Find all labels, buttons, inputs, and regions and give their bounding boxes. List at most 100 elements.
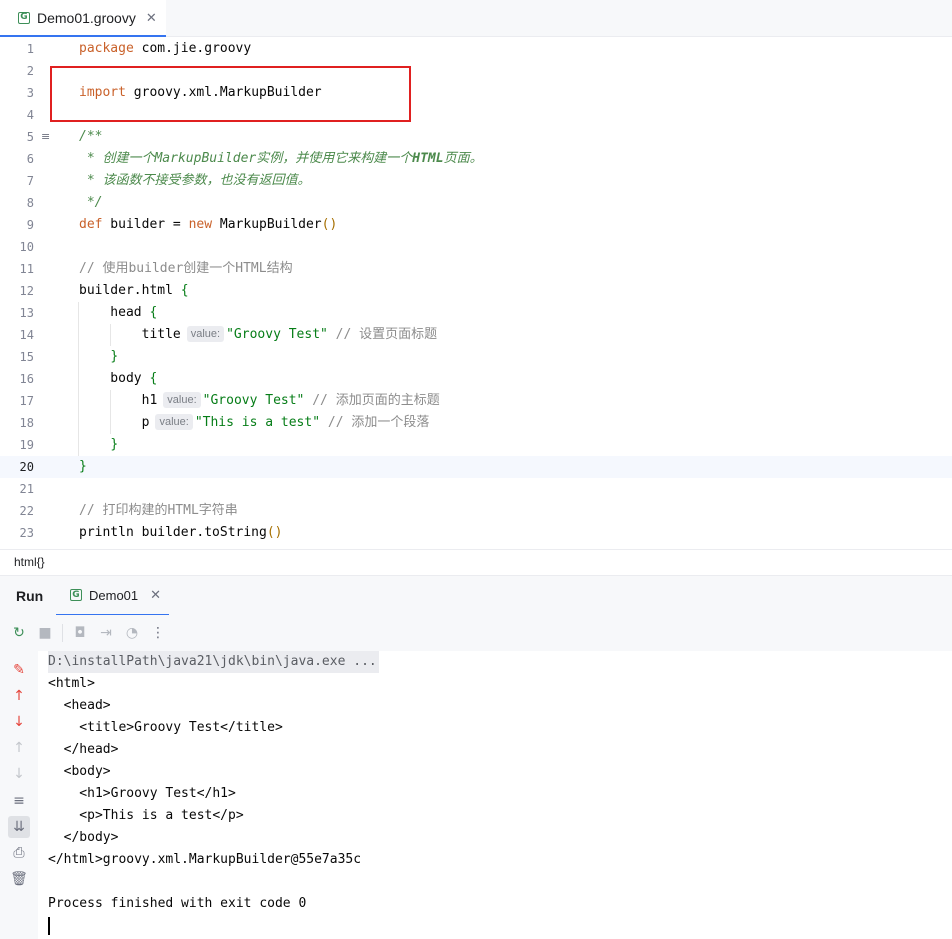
scroll-down-icon[interactable]: ↓ — [8, 711, 30, 733]
rerun-icon[interactable]: ↻ — [8, 622, 30, 644]
code-line[interactable]: 17 h1 value: "Groovy Test" // 添加页面的主标题 — [0, 390, 952, 412]
code-token: groovy.xml.MarkupBuilder — [125, 85, 322, 100]
code-text: body { — [79, 368, 157, 390]
run-toolbar: ↻ ■ ◘ ⇥ ◔ ⋮ — [0, 615, 952, 651]
code-line[interactable]: 4 — [0, 104, 952, 126]
code-text: def builder = new MarkupBuilder() — [79, 214, 337, 236]
code-token: // 打印构建的HTML字符串 — [79, 503, 238, 518]
doc-render-icon[interactable]: ≡ — [41, 126, 53, 148]
code-token: builder.html — [79, 283, 181, 298]
code-text: } — [79, 434, 118, 456]
run-tab-demo01[interactable]: G Demo01 ✕ — [56, 576, 169, 616]
code-token: MarkupBuilder — [154, 151, 257, 166]
code-text: */ — [79, 192, 103, 214]
code-line[interactable]: 9 def builder = new MarkupBuilder() — [0, 214, 952, 236]
code-line[interactable]: 19 } — [0, 434, 952, 456]
coverage-icon[interactable]: ◔ — [121, 622, 143, 644]
code-token: 页面。 — [443, 151, 483, 166]
scroll-up-icon[interactable]: ↑ — [8, 685, 30, 707]
line-number[interactable]: 8 — [0, 192, 34, 214]
code-text: // 使用builder创建一个HTML结构 — [79, 258, 293, 280]
code-line[interactable]: 23 println builder.toString() — [0, 522, 952, 544]
code-line[interactable]: 22 // 打印构建的HTML字符串 — [0, 500, 952, 522]
print-icon[interactable]: ⎙ — [8, 842, 30, 864]
code-line[interactable]: 3 import groovy.xml.MarkupBuilder — [0, 82, 952, 104]
code-editor[interactable]: 1 package com.jie.groovy 2 3 import groovy.x… — [0, 38, 952, 548]
code-line[interactable]: 13 head { — [0, 302, 952, 324]
line-number[interactable]: 22 — [0, 500, 34, 522]
trash-icon[interactable]: 🗑 — [8, 868, 30, 890]
soft-wrap-icon[interactable]: ≡ — [8, 790, 30, 812]
editor-tab-label: Demo01.groovy — [37, 9, 136, 26]
line-number[interactable]: 6 — [0, 148, 34, 170]
stop-icon[interactable]: ■ — [34, 622, 56, 644]
code-token: { — [149, 305, 158, 320]
code-line[interactable]: 21 — [0, 478, 952, 500]
pin-icon[interactable]: ✎ — [8, 659, 30, 681]
line-number[interactable]: 18 — [0, 412, 34, 434]
code-line[interactable]: 5 ≡ /** — [0, 126, 952, 148]
code-line[interactable]: 8 */ — [0, 192, 952, 214]
code-token: "Groovy Test" — [226, 327, 328, 342]
line-number[interactable]: 16 — [0, 368, 34, 390]
screenshot-icon[interactable]: ◘ — [69, 622, 91, 644]
line-number[interactable]: 11 — [0, 258, 34, 280]
console-output-line: <head> — [48, 698, 111, 713]
line-number[interactable]: 21 — [0, 478, 34, 500]
code-line[interactable]: 16 body { — [0, 368, 952, 390]
run-console[interactable]: D:\installPath\java21\jdk\bin\java.exe .… — [38, 651, 952, 939]
breadcrumb[interactable]: html{} — [0, 549, 952, 575]
line-number[interactable]: 23 — [0, 522, 34, 544]
code-text: /** — [79, 126, 102, 148]
line-number[interactable]: 12 — [0, 280, 34, 302]
line-number[interactable]: 15 — [0, 346, 34, 368]
line-number[interactable]: 3 — [0, 82, 34, 104]
code-line[interactable]: 10 — [0, 236, 952, 258]
line-number[interactable]: 17 — [0, 390, 34, 412]
console-command-line[interactable]: D:\installPath\java21\jdk\bin\java.exe .… — [48, 651, 379, 673]
code-line[interactable]: 2 — [0, 60, 952, 82]
code-line[interactable]: 6 * 创建一个MarkupBuilder实例，并使用它来构建一个HTML页面。 — [0, 148, 952, 170]
code-line[interactable]: 20} — [0, 456, 952, 478]
code-text: // 打印构建的HTML字符串 — [79, 500, 238, 522]
scroll-to-end-icon[interactable]: ⇊ — [8, 816, 30, 838]
down-arrow-icon[interactable]: ↓ — [8, 763, 30, 785]
editor-tab-demo01-groovy[interactable]: G Demo01.groovy ✕ — [0, 0, 166, 37]
editor-tab-bar: G Demo01.groovy ✕ — [0, 0, 952, 37]
code-line[interactable]: 7 * 该函数不接受参数，也没有返回值。 — [0, 170, 952, 192]
code-token: builder = — [102, 217, 189, 232]
line-number[interactable]: 4 — [0, 104, 34, 126]
code-token: { — [149, 371, 158, 386]
line-number[interactable]: 20 — [0, 456, 34, 478]
code-line[interactable]: 11 // 使用builder创建一个HTML结构 — [0, 258, 952, 280]
code-line[interactable]: 12 builder.html { — [0, 280, 952, 302]
code-token: body — [79, 371, 150, 386]
line-number[interactable]: 7 — [0, 170, 34, 192]
line-number[interactable]: 10 — [0, 236, 34, 258]
line-number[interactable]: 5 — [0, 126, 34, 148]
code-token: com.jie.groovy — [133, 41, 252, 56]
groovy-run-config-icon: G — [70, 589, 82, 601]
console-output-line: <h1>Groovy Test</h1> — [48, 786, 236, 801]
console-output-line: Process finished with exit code 0 — [48, 896, 307, 911]
code-line[interactable]: 14 title value: "Groovy Test" // 设置页面标题 — [0, 324, 952, 346]
run-panel-header: Run G Demo01 ✕ — [0, 575, 952, 616]
line-number[interactable]: 1 — [0, 38, 34, 60]
line-number[interactable]: 14 — [0, 324, 34, 346]
line-number[interactable]: 13 — [0, 302, 34, 324]
up-arrow-icon[interactable]: ↑ — [8, 737, 30, 759]
code-line[interactable]: 15 } — [0, 346, 952, 368]
line-number[interactable]: 9 — [0, 214, 34, 236]
toolbar-divider — [62, 624, 63, 642]
console-output-line: </head> — [48, 742, 119, 757]
restore-layout-icon[interactable]: ⇥ — [95, 622, 117, 644]
code-token: } — [79, 459, 87, 474]
close-icon[interactable]: ✕ — [150, 587, 161, 603]
more-options-icon[interactable]: ⋮ — [147, 622, 169, 644]
code-token: */ — [79, 195, 103, 210]
close-icon[interactable]: ✕ — [146, 10, 157, 26]
code-line[interactable]: 18 p value: "This is a test" // 添加一个段落 — [0, 412, 952, 434]
code-line[interactable]: 1 package com.jie.groovy — [0, 38, 952, 60]
line-number[interactable]: 2 — [0, 60, 34, 82]
line-number[interactable]: 19 — [0, 434, 34, 456]
